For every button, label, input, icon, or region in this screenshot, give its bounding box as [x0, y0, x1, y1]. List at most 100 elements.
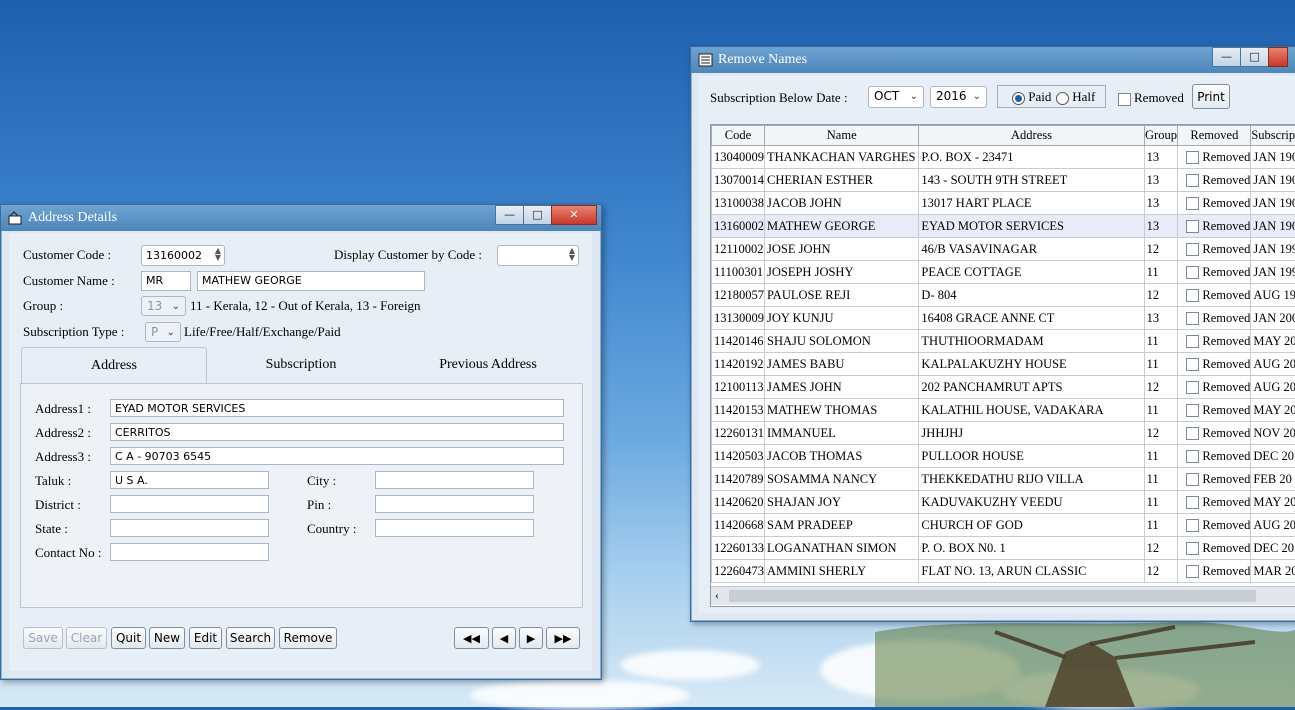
- removed-row-checkbox[interactable]: [1186, 496, 1199, 509]
- table-row[interactable]: 11100301JOSEPH JOSHYPEACE COTTAGE11Remov…: [712, 261, 1295, 284]
- table-row[interactable]: 11420668SAM PRADEEPCHURCH OF GOD11Remove…: [712, 514, 1295, 537]
- tab-address[interactable]: Address: [21, 347, 207, 384]
- minimize-icon[interactable]: —: [495, 205, 524, 225]
- paid-radio[interactable]: Paid: [1012, 89, 1051, 105]
- tab-previous-address[interactable]: Previous Address: [393, 347, 583, 383]
- table-row[interactable]: 11420153MATHEW THOMASKALATHIL HOUSE, VAD…: [712, 399, 1295, 422]
- table-row[interactable]: 11420192JAMES BABUKALPALAKUZHY HOUSE11Re…: [712, 353, 1295, 376]
- removed-row-checkbox[interactable]: [1186, 243, 1199, 256]
- removed-row-checkbox[interactable]: [1186, 312, 1199, 325]
- removed-row-checkbox[interactable]: [1186, 565, 1199, 578]
- removed-row-checkbox[interactable]: [1186, 450, 1199, 463]
- row-removed-cell[interactable]: Removed: [1178, 146, 1251, 169]
- removed-row-checkbox[interactable]: [1186, 381, 1199, 394]
- column-header-group[interactable]: Group: [1144, 126, 1178, 146]
- pin-input[interactable]: [375, 495, 534, 513]
- column-header-subscription[interactable]: Subscrip: [1251, 126, 1295, 146]
- row-removed-cell[interactable]: Removed: [1178, 514, 1251, 537]
- tab-subscription[interactable]: Subscription: [211, 347, 391, 383]
- row-removed-cell[interactable]: Removed: [1178, 491, 1251, 514]
- city-input[interactable]: [375, 471, 534, 489]
- removed-row-checkbox[interactable]: [1186, 473, 1199, 486]
- removed-checkbox[interactable]: Removed: [1118, 90, 1184, 106]
- taluk-input[interactable]: U S A.: [110, 471, 269, 489]
- row-removed-cell[interactable]: Removed: [1178, 399, 1251, 422]
- row-removed-cell[interactable]: Removed: [1178, 261, 1251, 284]
- table-row[interactable]: 13040009THANKACHAN VARGHESP.O. BOX - 234…: [712, 146, 1295, 169]
- month-select[interactable]: OCT⌄: [868, 86, 924, 108]
- year-select[interactable]: 2016⌄: [930, 86, 987, 108]
- row-removed-cell[interactable]: Removed: [1178, 192, 1251, 215]
- removed-row-checkbox[interactable]: [1186, 358, 1199, 371]
- removed-row-checkbox[interactable]: [1186, 151, 1199, 164]
- removed-row-checkbox[interactable]: [1186, 197, 1199, 210]
- table-row[interactable]: 12100113JAMES JOHN202 PANCHAMRUT APTS12R…: [712, 376, 1295, 399]
- quit-button[interactable]: Quit: [111, 627, 146, 649]
- removed-row-checkbox[interactable]: [1186, 542, 1199, 555]
- address3-input[interactable]: C A - 90703 6545: [110, 447, 564, 465]
- column-header-name[interactable]: Name: [765, 126, 919, 146]
- maximize-icon[interactable]: □: [1240, 47, 1269, 67]
- district-input[interactable]: [110, 495, 269, 513]
- table-row[interactable]: 12180057PAULOSE REJID- 80412RemovedAUG 1…: [712, 284, 1295, 307]
- subscription-type-select[interactable]: P⌄: [145, 322, 181, 342]
- table-row[interactable]: 13160002MATHEW GEORGEEYAD MOTOR SERVICES…: [712, 215, 1295, 238]
- removed-row-checkbox[interactable]: [1186, 427, 1199, 440]
- table-row[interactable]: 13100038JACOB JOHN13017 HART PLACE13Remo…: [712, 192, 1295, 215]
- row-removed-cell[interactable]: Removed: [1178, 169, 1251, 192]
- column-header-removed[interactable]: Removed: [1178, 126, 1251, 146]
- address1-input[interactable]: EYAD MOTOR SERVICES: [110, 399, 564, 417]
- row-removed-cell[interactable]: Removed: [1178, 560, 1251, 583]
- state-input[interactable]: [110, 519, 269, 537]
- address2-input[interactable]: CERRITOS: [110, 423, 564, 441]
- row-removed-cell[interactable]: Removed: [1178, 468, 1251, 491]
- print-button[interactable]: Print: [1192, 84, 1230, 109]
- remove-names-titlebar[interactable]: Remove Names — □: [691, 47, 1295, 73]
- removed-row-checkbox[interactable]: [1186, 266, 1199, 279]
- table-row[interactable]: 13130009JOY KUNJU16408 GRACE ANNE CT13Re…: [712, 307, 1295, 330]
- row-removed-cell[interactable]: Removed: [1178, 215, 1251, 238]
- display-by-code-input[interactable]: ▲▼: [497, 245, 579, 266]
- names-grid[interactable]: Code Name Address Group Removed Subscrip…: [710, 124, 1295, 607]
- contact-input[interactable]: [110, 543, 269, 561]
- scroll-left-icon[interactable]: ‹: [715, 588, 719, 603]
- row-removed-cell[interactable]: Removed: [1178, 537, 1251, 560]
- table-row[interactable]: 12260133LOGANATHAN SIMONP. O. BOX N0. 11…: [712, 537, 1295, 560]
- customer-code-input[interactable]: 13160002 ▲▼: [141, 245, 225, 266]
- removed-row-checkbox[interactable]: [1186, 220, 1199, 233]
- remove-button[interactable]: Remove: [279, 627, 337, 649]
- close-icon[interactable]: [1268, 47, 1288, 67]
- new-button[interactable]: New: [149, 627, 185, 649]
- edit-button[interactable]: Edit: [189, 627, 222, 649]
- group-select[interactable]: 13⌄: [141, 296, 186, 316]
- column-header-address[interactable]: Address: [919, 126, 1144, 146]
- removed-row-checkbox[interactable]: [1186, 289, 1199, 302]
- removed-row-checkbox[interactable]: [1186, 335, 1199, 348]
- spinner-icon[interactable]: ▲▼: [215, 247, 221, 261]
- table-row[interactable]: 11420789SOSAMMA NANCYTHEKKEDATHU RIJO VI…: [712, 468, 1295, 491]
- table-row[interactable]: 11420146SHAJU SOLOMONTHUTHIOORMADAM11Rem…: [712, 330, 1295, 353]
- row-removed-cell[interactable]: Removed: [1178, 376, 1251, 399]
- scrollbar-thumb[interactable]: [729, 590, 1256, 602]
- spinner-icon[interactable]: ▲▼: [569, 247, 575, 261]
- country-input[interactable]: [375, 519, 534, 537]
- row-removed-cell[interactable]: Removed: [1178, 353, 1251, 376]
- first-record-button[interactable]: ◀◀: [454, 627, 489, 649]
- removed-row-checkbox[interactable]: [1186, 174, 1199, 187]
- row-removed-cell[interactable]: Removed: [1178, 284, 1251, 307]
- horizontal-scrollbar[interactable]: ‹: [711, 586, 1295, 605]
- half-radio[interactable]: Half: [1056, 89, 1095, 105]
- save-button[interactable]: Save: [23, 627, 63, 649]
- next-record-button[interactable]: ▶: [519, 627, 543, 649]
- last-record-button[interactable]: ▶▶: [546, 627, 580, 649]
- search-button[interactable]: Search: [226, 627, 275, 649]
- row-removed-cell[interactable]: Removed: [1178, 307, 1251, 330]
- close-icon[interactable]: ✕: [551, 205, 597, 225]
- row-removed-cell[interactable]: Removed: [1178, 422, 1251, 445]
- row-removed-cell[interactable]: Removed: [1178, 330, 1251, 353]
- customer-name-input[interactable]: MATHEW GEORGE: [197, 271, 425, 291]
- address-details-titlebar[interactable]: Address Details — □ ✕: [1, 205, 601, 231]
- clear-button[interactable]: Clear: [66, 627, 107, 649]
- minimize-icon[interactable]: —: [1212, 47, 1241, 67]
- maximize-icon[interactable]: □: [523, 205, 552, 225]
